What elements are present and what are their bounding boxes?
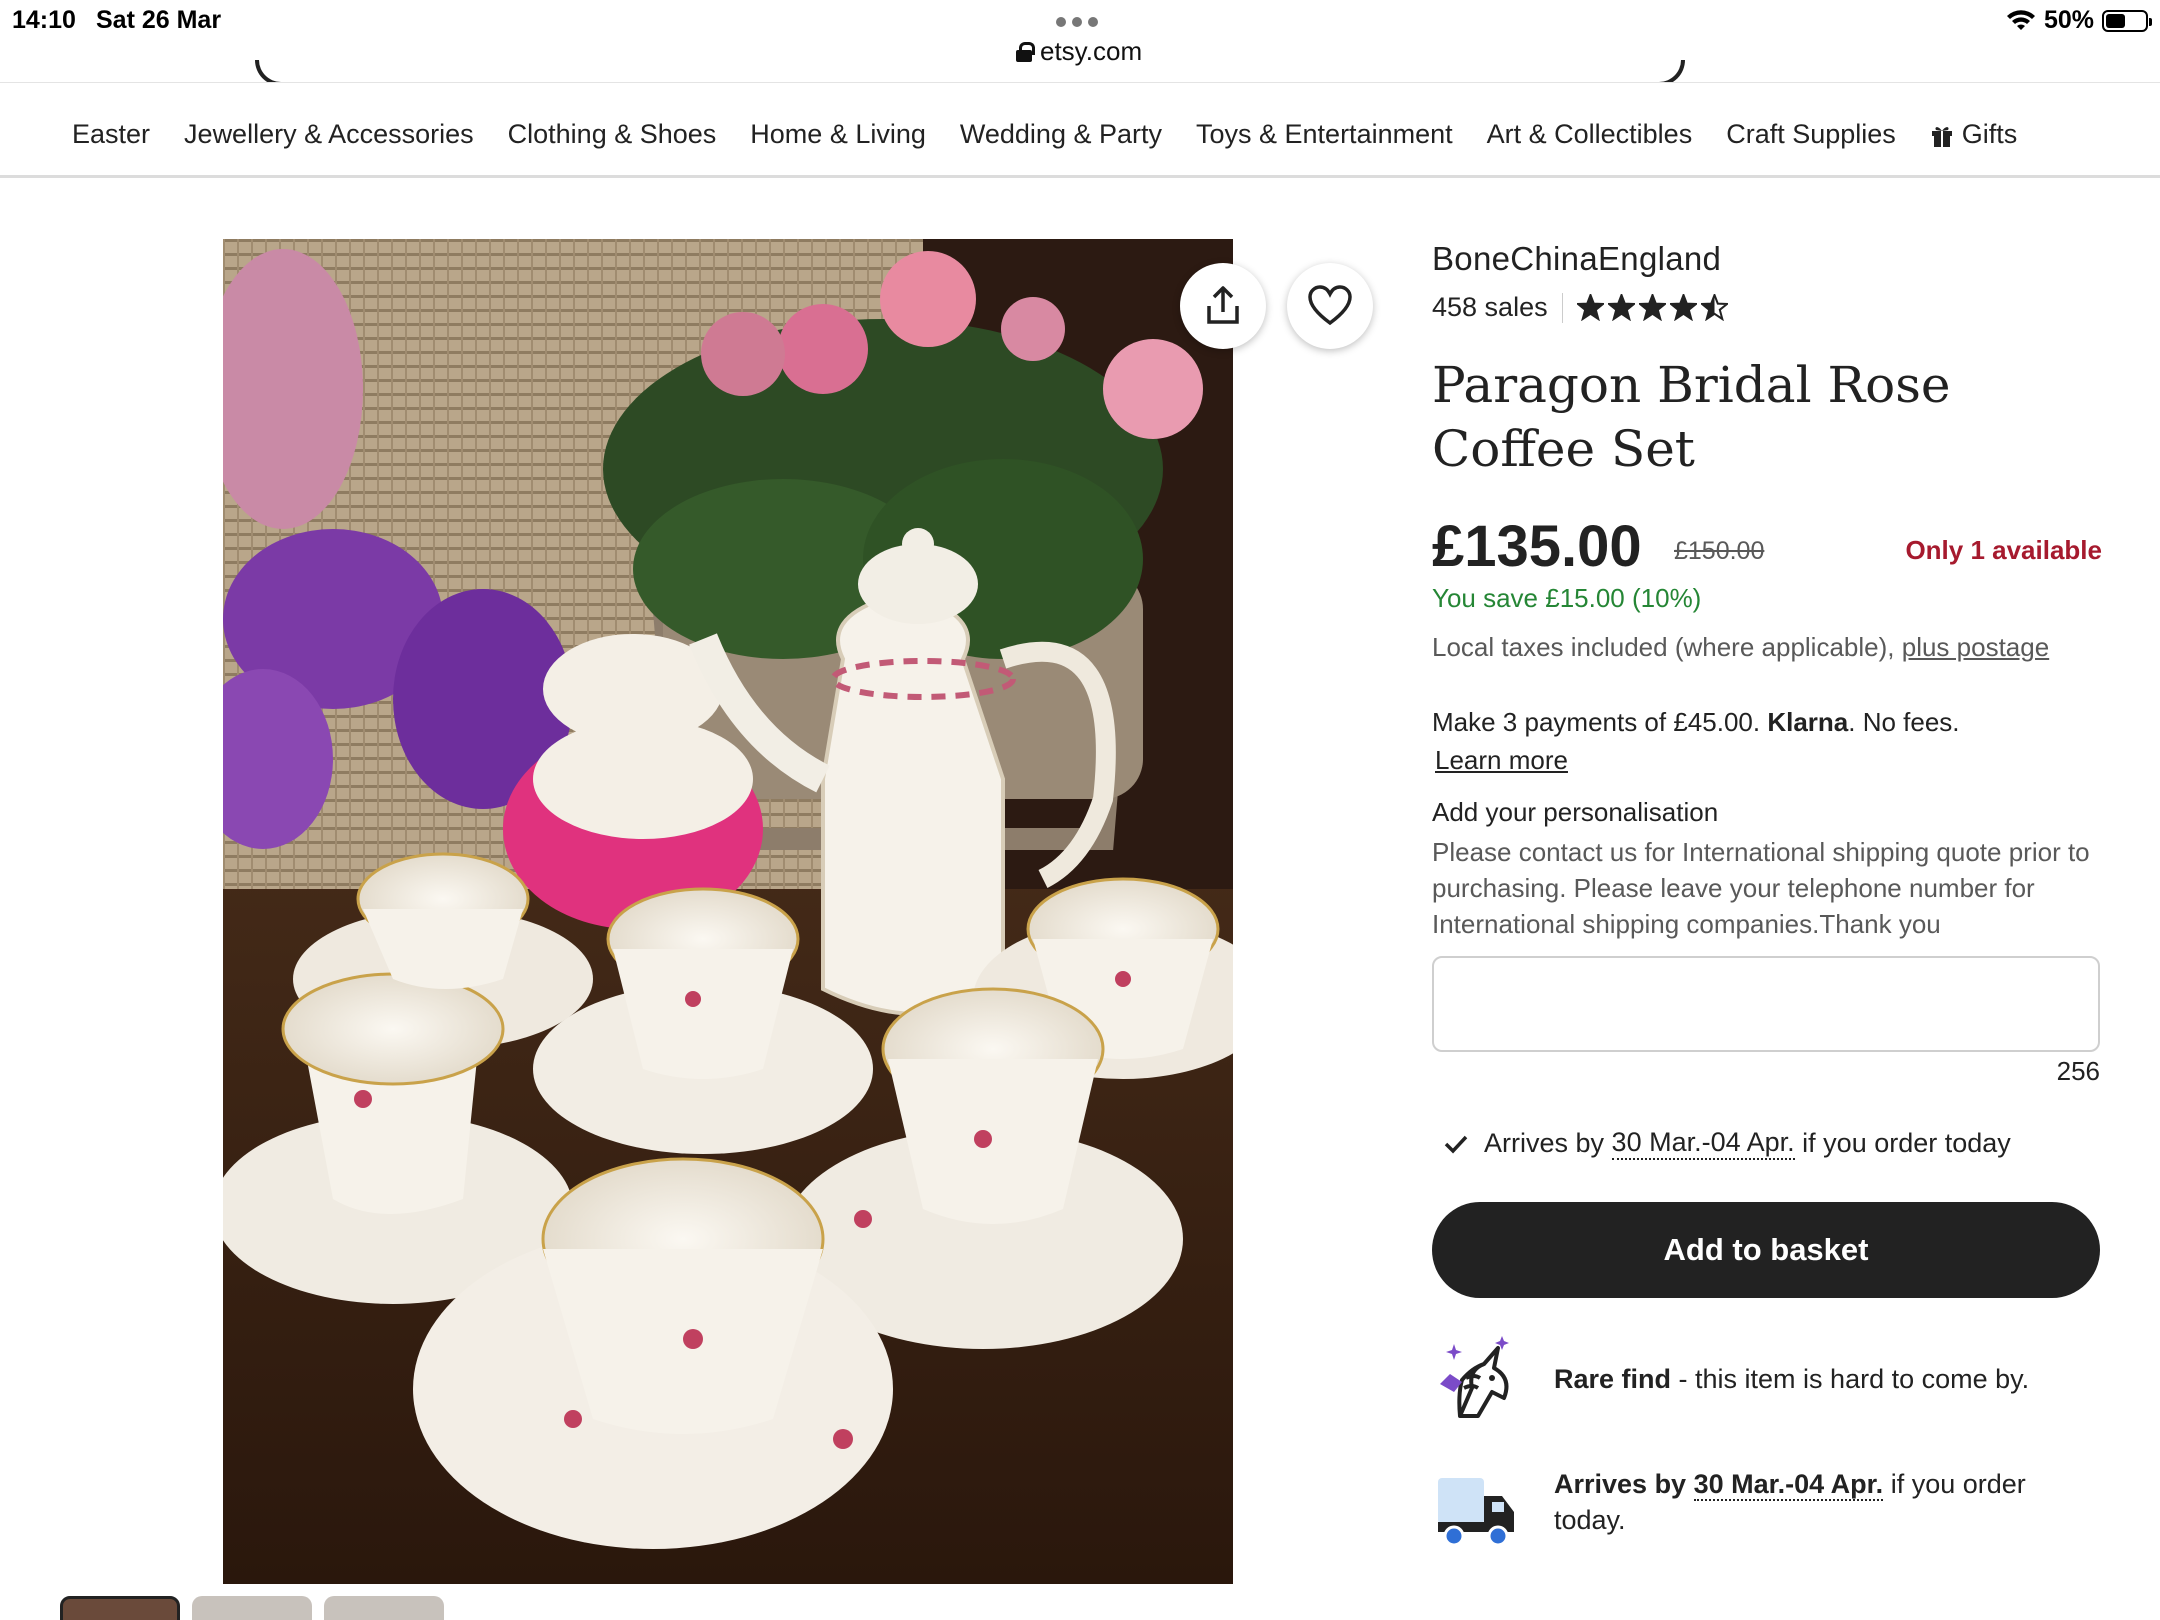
- rare-find-note: Rare find - this item is hard to come by…: [1432, 1334, 2102, 1424]
- ship-dates[interactable]: 30 Mar.-04 Apr.: [1693, 1469, 1884, 1501]
- nav-label: Craft Supplies: [1726, 119, 1896, 149]
- star-icon: [1607, 294, 1635, 321]
- star-icon: [1669, 294, 1697, 321]
- nav-label: Toys & Entertainment: [1196, 119, 1453, 149]
- original-price: £150.00: [1674, 537, 1765, 565]
- category-nav: Easter Jewellery & Accessories Clothing …: [0, 82, 2160, 178]
- nav-label: Art & Collectibles: [1486, 119, 1693, 149]
- thumbnail-strip: [60, 1596, 444, 1620]
- rare-find-bold: Rare find: [1554, 1364, 1672, 1394]
- lock-icon: [1016, 41, 1035, 62]
- sales-count: 458 sales: [1432, 292, 1548, 322]
- unicorn-icon: [1440, 1336, 1509, 1418]
- shop-stats: 458 sales: [1432, 292, 2102, 323]
- character-count: 256: [2056, 1056, 2100, 1086]
- nav-label: Easter: [72, 119, 151, 149]
- divider: [1561, 292, 1563, 323]
- star-rating[interactable]: [1576, 294, 1728, 321]
- learn-more-link[interactable]: Learn more: [1435, 741, 1568, 779]
- battery-icon: [2102, 9, 2152, 32]
- star-icon: [1638, 294, 1666, 321]
- nav-item-gifts[interactable]: Gifts: [1930, 119, 2018, 150]
- wifi-icon: [2006, 9, 2035, 30]
- product-title: Paragon Bridal Rose Coffee Set: [1432, 356, 1951, 478]
- gift-icon: [1931, 126, 1952, 147]
- arrives-prefix: Arrives by: [1484, 1128, 1605, 1158]
- nav-label: Wedding & Party: [959, 119, 1162, 149]
- nav-item-easter[interactable]: Easter: [72, 119, 150, 150]
- personalisation-help: Please contact us for International ship…: [1432, 837, 2090, 939]
- star-icon: [1576, 294, 1604, 321]
- teaset-photo: [223, 239, 1233, 1584]
- klarna-info: Make 3 payments of £45.00. Klarna. No fe…: [1432, 703, 2102, 779]
- price-row: £135.00 £150.00 Only 1 available: [1432, 513, 2102, 579]
- share-icon: [1207, 286, 1239, 324]
- nav-label: Clothing & Shoes: [507, 119, 717, 149]
- star-icon: [1700, 294, 1728, 321]
- tax-text: Local taxes included (where applicable),: [1432, 632, 1895, 662]
- delivery-estimate: Arrives by 30 Mar.-04 Apr. if you order …: [1432, 1127, 2102, 1160]
- shipping-note: Arrives by 30 Mar.-04 Apr. if you order …: [1432, 1466, 2102, 1556]
- nav-item-craft[interactable]: Craft Supplies: [1726, 119, 1896, 150]
- ship-bold-prefix: Arrives by: [1554, 1469, 1687, 1499]
- personalisation-label: Add your personalisation: [1432, 797, 1719, 827]
- shipping-text: Arrives by 30 Mar.-04 Apr. if you order …: [1554, 1466, 2102, 1538]
- nav-item-art[interactable]: Art & Collectibles: [1487, 119, 1693, 150]
- favourite-button[interactable]: [1287, 263, 1373, 349]
- nav-label: Jewellery & Accessories: [184, 119, 474, 149]
- status-indicators: 50%: [2006, 6, 2152, 35]
- nav-item-home[interactable]: Home & Living: [750, 119, 926, 150]
- share-button[interactable]: [1180, 263, 1266, 349]
- add-to-basket-button[interactable]: Add to basket: [1432, 1202, 2100, 1298]
- status-time: 14:10: [12, 6, 76, 34]
- shop-name-link[interactable]: BoneChinaEngland: [1432, 240, 2102, 278]
- nav-label: Home & Living: [750, 119, 926, 149]
- product-main-image[interactable]: [223, 239, 1233, 1584]
- savings-text: You save £15.00 (10%): [1432, 583, 1702, 613]
- battery-level: [2106, 13, 2125, 28]
- tax-note: Local taxes included (where applicable),…: [1432, 632, 2102, 663]
- nav-label: Gifts: [1961, 119, 2018, 149]
- arrives-dates[interactable]: 30 Mar.-04 Apr.: [1611, 1127, 1795, 1160]
- battery-percent: 50%: [2043, 6, 2094, 34]
- delivery-truck-icon: [1438, 1478, 1514, 1547]
- product-info-panel: BoneChinaEngland 458 sales Paragon Brida…: [1432, 240, 2102, 1556]
- check-icon: [1444, 1135, 1468, 1154]
- personalisation-input[interactable]: [1432, 956, 2100, 1052]
- klarna-brand: Klarna: [1767, 707, 1849, 737]
- heart-icon: [1308, 285, 1352, 326]
- thumbnail-1[interactable]: [60, 1596, 180, 1620]
- klarna-text: Make 3 payments of £45.00.: [1432, 707, 1761, 737]
- status-bar: 14:10 Sat 26 Mar etsy.com 50%: [0, 0, 2160, 86]
- thumbnail-2[interactable]: [192, 1596, 312, 1620]
- thumbnail-3[interactable]: [324, 1596, 444, 1620]
- nav-item-clothing[interactable]: Clothing & Shoes: [508, 119, 717, 150]
- nav-item-jewellery[interactable]: Jewellery & Accessories: [184, 119, 474, 150]
- arrives-suffix: if you order today: [1802, 1128, 2011, 1158]
- nav-item-toys[interactable]: Toys & Entertainment: [1196, 119, 1453, 150]
- rare-find-desc: - this item is hard to come by.: [1671, 1364, 2030, 1394]
- tab-menu-dots-icon[interactable]: [1056, 17, 1098, 27]
- postage-link[interactable]: plus postage: [1902, 632, 2049, 662]
- nav-item-wedding[interactable]: Wedding & Party: [960, 119, 1162, 150]
- stock-status: Only 1 available: [1905, 535, 2102, 565]
- current-price: £135.00: [1432, 514, 1642, 579]
- status-date: Sat 26 Mar: [96, 6, 222, 34]
- klarna-suffix: . No fees.: [1848, 707, 1960, 737]
- rare-find-text: Rare find - this item is hard to come by…: [1554, 1361, 2029, 1397]
